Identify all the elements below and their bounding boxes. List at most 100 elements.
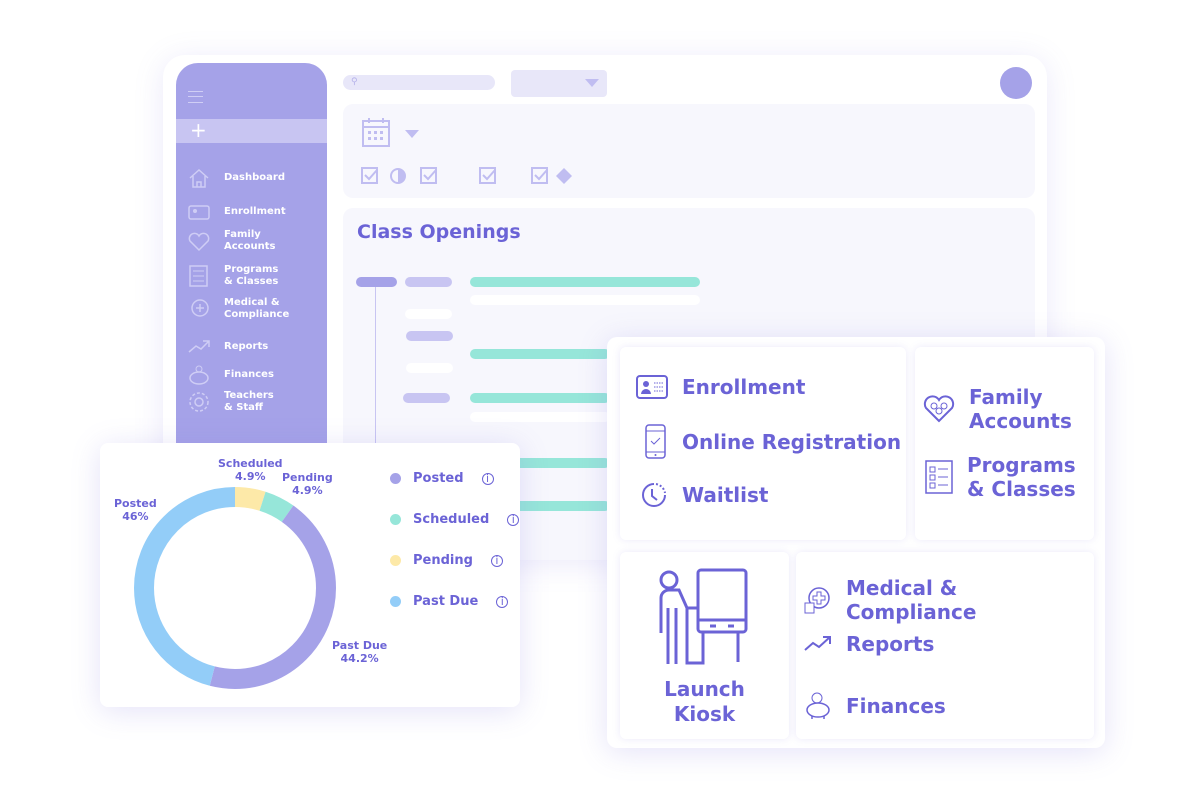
search-icon: ⚲ [351,77,358,87]
feature-medical-compliance[interactable]: Medical & Compliance [804,576,1094,624]
info-icon[interactable]: i [507,513,520,526]
feature-label: Launch Kiosk [664,677,745,726]
menu-icon[interactable] [188,91,203,103]
avatar[interactable] [1000,67,1032,99]
medical-icon [804,587,830,614]
label-name: Posted [114,497,157,510]
payments-donut-card: Scheduled 4.9% Pending 4.9% Past Due 44.2% … [100,443,520,707]
legend-label: Pending [413,553,473,568]
add-button[interactable]: + [176,119,327,143]
feature-label: Family Accounts [969,385,1072,433]
sidebar-item-label: Finances [224,369,274,380]
sidebar-item-enrollment[interactable]: Enrollment [188,201,286,223]
feature-label: Programs & Classes [967,453,1076,501]
sidebar-item-label: Teachers & Staff [224,390,274,413]
chevron-down-icon[interactable] [405,130,419,138]
timeline-bar [470,277,700,287]
label-value: 44.2% [340,652,379,665]
features-panel: Enrollment Online Registration Waitlist … [607,337,1105,748]
kiosk-icon [659,568,748,665]
timeline-bar [406,363,453,373]
sidebar-item-programs-classes[interactable]: Programs & Classes [188,264,278,288]
clock-icon [642,483,666,507]
trend-icon [188,340,210,353]
toolbar-card [343,104,1035,198]
tile-registration: Enrollment Online Registration Waitlist [620,347,906,540]
sidebar-item-finances[interactable]: Finances [188,364,274,386]
tile-accounts: Family Accounts Programs & Classes [915,347,1094,540]
legend-item[interactable]: Past Due i [390,594,509,609]
sidebar-item-label: Family Accounts [224,229,276,252]
id-card-icon [636,375,668,399]
tile-compliance: Medical & Compliance Reports Finances [796,552,1094,739]
feature-finances[interactable]: Finances [804,692,946,720]
feature-label: Finances [846,694,946,718]
medical-icon [191,299,209,317]
feature-family-accounts[interactable]: Family Accounts [923,385,1072,433]
search-input[interactable]: ⚲ [343,75,495,90]
sidebar-item-medical-compliance[interactable]: Medical & Compliance [188,297,289,321]
slice-label-pending: Pending 4.9% [282,471,333,497]
feature-label: Online Registration [682,430,902,454]
timeline-bar [470,393,610,403]
sidebar-item-reports[interactable]: Reports [188,336,268,358]
legend-item[interactable]: Scheduled i [390,512,520,527]
legend-label: Scheduled [413,512,490,527]
piggy-bank-icon [806,692,830,719]
legend-dot [390,596,401,607]
timeline-bar [470,412,610,422]
checklist-icon [189,265,208,287]
sidebar-item-label: Medical & Compliance [224,297,290,320]
label-name: Scheduled [218,457,283,470]
tile-kiosk[interactable]: Launch Kiosk [620,552,789,739]
heart-family-icon [188,232,210,252]
home-icon [189,168,209,188]
piggy-bank-icon [189,365,209,385]
calendar-icon[interactable] [361,116,391,148]
label-name: Past Due [332,639,388,652]
timeline-bar [470,295,700,305]
page-title: Class Openings [357,221,521,243]
heart-family-icon [923,395,955,423]
feature-label: Enrollment [682,375,806,399]
phone-check-icon [645,424,666,459]
info-icon[interactable]: i [481,472,494,485]
timeline-bar [470,349,610,359]
legend-item[interactable]: Pending i [390,553,503,568]
label-name: Pending [282,471,333,484]
filter-dropdown[interactable] [511,70,607,97]
label-value: 4.9% [235,470,266,483]
legend-label: Posted [413,471,464,486]
legend-label: Past Due [413,594,479,609]
feature-waitlist[interactable]: Waitlist [640,481,768,509]
sidebar-item-teachers-staff[interactable]: Teachers & Staff [188,390,274,414]
sidebar-item-label: Dashboard [224,172,285,183]
legend-dot [390,555,401,566]
label-value: 4.9% [292,484,323,497]
sidebar-item-family-accounts[interactable]: Family Accounts [188,229,275,253]
feature-online-registration[interactable]: Online Registration [644,424,901,460]
legend-item[interactable]: Posted i [390,471,494,486]
info-icon[interactable]: i [496,595,509,608]
sidebar-item-label: Reports [224,341,269,352]
feature-enrollment[interactable]: Enrollment [636,375,805,399]
sidebar-item-dashboard[interactable]: Dashboard [188,167,285,189]
sidebar-item-label: Programs & Classes [224,264,279,287]
feature-programs-classes[interactable]: Programs & Classes [925,453,1076,501]
id-card-icon [188,205,210,220]
gear-icon [189,392,209,412]
feature-label: Waitlist [682,483,769,507]
timeline-bar [405,277,452,287]
timeline-bar [356,277,397,287]
feature-label: Reports [846,632,935,656]
checklist-icon [925,460,953,494]
feature-label: Medical & Compliance [846,576,977,624]
label-value: 46% [122,510,149,523]
filter-checkboxes[interactable] [361,166,601,186]
slice-label-scheduled: Scheduled 4.9% [218,457,283,483]
feature-reports[interactable]: Reports [804,632,934,656]
info-icon[interactable]: i [490,554,503,567]
legend-dot [390,514,401,525]
timeline-bar [403,393,450,403]
sidebar-item-label: Enrollment [224,206,286,217]
